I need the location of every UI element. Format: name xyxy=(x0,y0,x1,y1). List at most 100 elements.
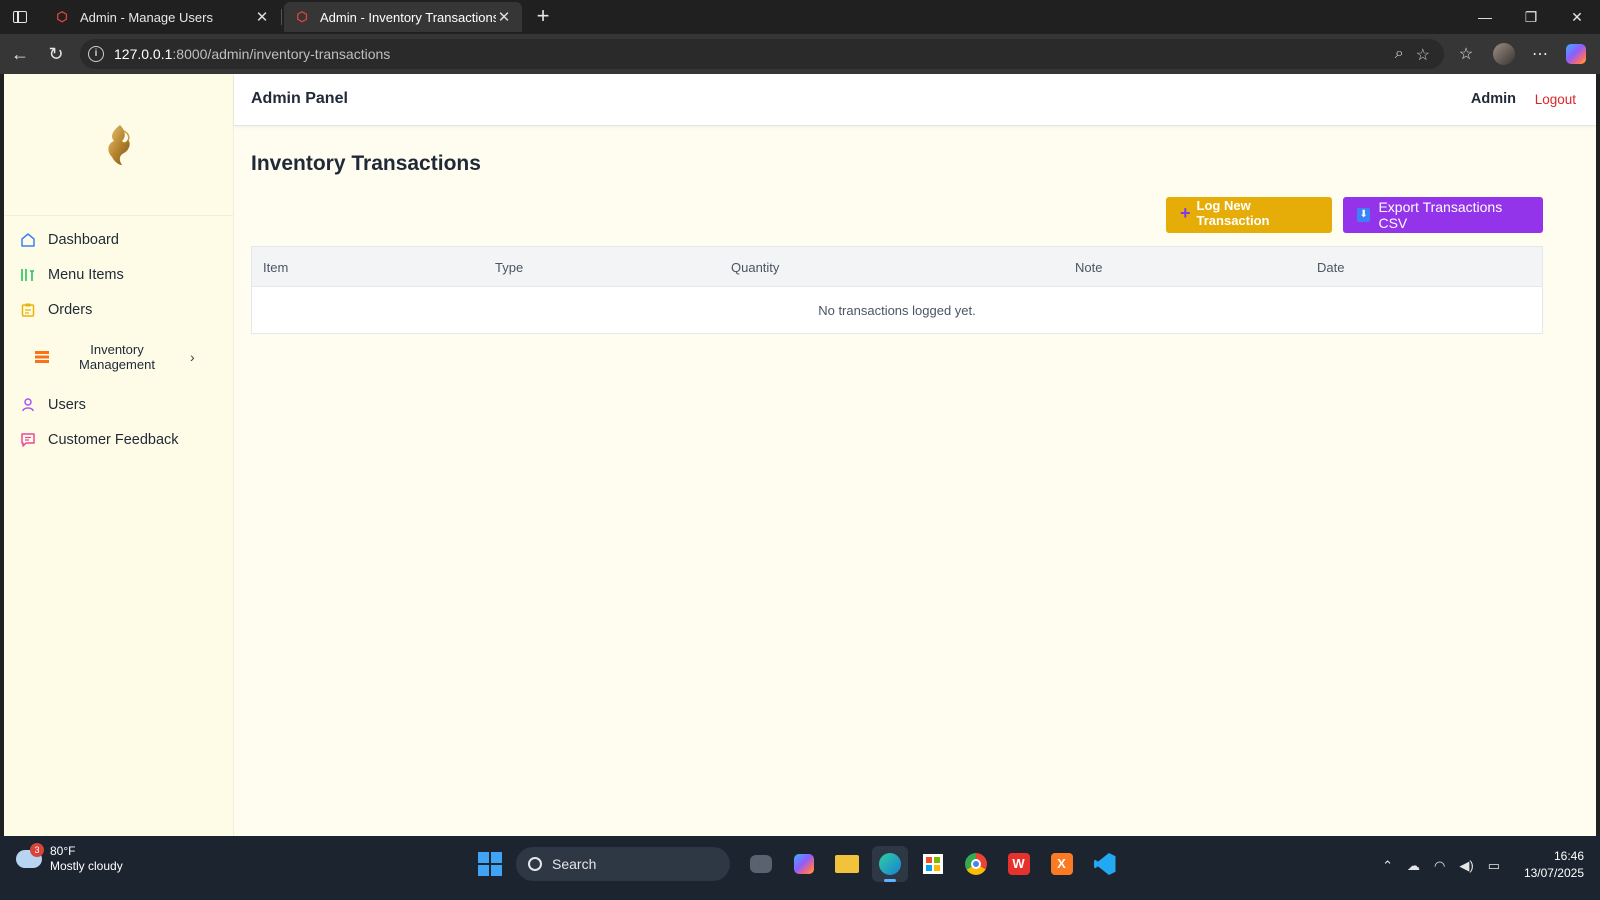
tab-title: Admin - Manage Users xyxy=(80,9,213,25)
sidebar-item-label: Menu Items xyxy=(48,266,124,283)
restore-window-button[interactable]: ❐ xyxy=(1508,0,1554,34)
zoom-icon[interactable]: ⌕ xyxy=(1395,45,1404,65)
button-label: Log New Transaction xyxy=(1196,198,1270,228)
home-icon xyxy=(20,232,36,248)
browser-tab-manage-users[interactable]: ⬡ Admin - Manage Users ✕ xyxy=(44,2,280,32)
address-bar[interactable]: i 127.0.0.1 :8000/admin/inventory-transa… xyxy=(80,39,1444,69)
close-tab-icon[interactable]: ✕ xyxy=(496,8,512,26)
system-tray: ⌃ ☁ ◠ ◀) ▭ xyxy=(1382,858,1500,874)
column-header-item: Item xyxy=(263,260,289,275)
sidebar-item-label: Inventory Management xyxy=(79,342,155,372)
vscode-icon[interactable] xyxy=(1087,846,1123,882)
column-header-type: Type xyxy=(495,260,524,275)
button-label: Export Transactions CSV xyxy=(1378,199,1503,231)
windows-taskbar: 3 80°F Mostly cloudy Search W X ⌃ ☁ ◠ ◀)… xyxy=(0,836,1600,900)
plus-icon: + xyxy=(1180,202,1191,223)
layers-icon xyxy=(34,349,50,365)
chevron-up-icon[interactable]: ⌃ xyxy=(1382,858,1393,874)
new-tab-button[interactable]: + xyxy=(530,4,556,30)
laravel-favicon-icon: ⬡ xyxy=(296,9,308,24)
sidebar-item-label: Customer Feedback xyxy=(48,431,179,448)
copilot-icon[interactable] xyxy=(1562,40,1590,68)
notification-badge: 3 xyxy=(30,843,44,857)
empty-state-message: No transactions logged yet. xyxy=(818,302,976,318)
reload-icon[interactable]: ↻ xyxy=(42,40,70,68)
windows-start-icon[interactable] xyxy=(478,852,502,876)
microsoft-store-icon[interactable] xyxy=(915,846,951,882)
brand-logo xyxy=(4,74,234,216)
tab-title: Admin - Inventory Transactions xyxy=(320,9,496,25)
onedrive-cloud-icon[interactable]: ☁ xyxy=(1407,858,1420,874)
transactions-table: Item Type Quantity Note Date No transact… xyxy=(251,246,1543,334)
admin-panel-title: Admin Panel xyxy=(251,90,348,107)
sidebar: Dashboard Menu Items Orders Inventory Ma… xyxy=(4,74,234,848)
close-window-button[interactable]: ✕ xyxy=(1554,0,1600,34)
logout-link[interactable]: Logout xyxy=(1535,92,1576,107)
weather-temp: 80°F xyxy=(50,844,76,858)
download-arrow-icon: ⬇ xyxy=(1357,208,1371,222)
chrome-icon[interactable] xyxy=(958,846,994,882)
close-tab-icon[interactable]: ✕ xyxy=(254,8,270,26)
clipboard-icon xyxy=(20,302,36,318)
wps-office-icon[interactable]: W xyxy=(1001,846,1037,882)
weather-widget[interactable]: 3 80°F Mostly cloudy xyxy=(16,843,123,874)
clock-date: 13/07/2025 xyxy=(1523,866,1584,880)
sidebar-item-inventory-management[interactable]: Inventory Management › xyxy=(4,327,234,387)
web-page: Dashboard Menu Items Orders Inventory Ma… xyxy=(4,74,1596,848)
sidebar-item-label: Users xyxy=(48,396,86,413)
sidebar-item-label: Dashboard xyxy=(48,231,119,248)
top-header: Admin Panel Admin Logout xyxy=(234,74,1596,126)
sidebar-item-dashboard[interactable]: Dashboard xyxy=(4,222,234,257)
favorite-star-icon[interactable]: ☆ xyxy=(1416,45,1430,65)
site-info-icon[interactable]: i xyxy=(88,46,104,62)
chat-icon xyxy=(20,432,36,448)
volume-icon[interactable]: ◀) xyxy=(1459,858,1473,874)
url-host: 127.0.0.1 xyxy=(114,46,173,62)
sidebar-item-label: Orders xyxy=(48,301,93,318)
search-label: Search xyxy=(552,856,597,872)
sidebar-item-menu-items[interactable]: Menu Items xyxy=(4,257,234,292)
browser-toolbar: ← ↻ i 127.0.0.1 :8000/admin/inventory-tr… xyxy=(0,34,1600,74)
taskbar-apps: Search W X xyxy=(478,846,1126,882)
file-explorer-icon[interactable] xyxy=(829,846,865,882)
clock-time: 16:46 xyxy=(1553,849,1584,863)
weather-description: Mostly cloudy xyxy=(50,859,123,873)
url-path: :8000/admin/inventory-transactions xyxy=(172,46,391,62)
export-transactions-csv-button[interactable]: ⬇ Export Transactions CSV xyxy=(1343,197,1543,233)
sidebar-nav: Dashboard Menu Items Orders Inventory Ma… xyxy=(4,222,234,457)
wifi-icon[interactable]: ◠ xyxy=(1434,858,1445,874)
table-header: Item Type Quantity Note Date xyxy=(252,247,1542,287)
sidebar-item-orders[interactable]: Orders xyxy=(4,292,234,327)
back-arrow-icon[interactable]: ← xyxy=(6,40,34,68)
user-icon xyxy=(20,397,36,413)
cloud-icon: 3 xyxy=(16,843,44,868)
minimize-window-button[interactable]: — xyxy=(1462,0,1508,34)
page-title: Inventory Transactions xyxy=(251,152,481,175)
current-user-name: Admin xyxy=(1470,91,1516,107)
taskbar-search[interactable]: Search xyxy=(516,847,730,881)
browser-tab-inventory-transactions[interactable]: ⬡ Admin - Inventory Transactions ✕ xyxy=(284,2,522,32)
sidebar-item-users[interactable]: Users xyxy=(4,387,234,422)
flame-logo-icon xyxy=(108,124,130,165)
edge-browser-icon[interactable] xyxy=(871,846,908,882)
xampp-icon[interactable]: X xyxy=(1044,846,1080,882)
browser-tab-bar: ⬡ Admin - Manage Users ✕ ⬡ Admin - Inven… xyxy=(0,0,1600,34)
favorites-icon[interactable]: ☆ xyxy=(1452,40,1480,68)
column-header-date: Date xyxy=(1317,260,1345,275)
tab-divider xyxy=(281,9,282,25)
search-icon xyxy=(528,857,542,871)
task-view-icon[interactable] xyxy=(750,855,772,873)
bars-icon xyxy=(20,267,36,283)
column-header-note: Note xyxy=(1075,260,1103,275)
sidebar-item-customer-feedback[interactable]: Customer Feedback xyxy=(4,422,234,457)
battery-icon[interactable]: ▭ xyxy=(1488,858,1500,874)
chevron-right-icon[interactable]: › xyxy=(190,349,195,365)
profile-avatar[interactable] xyxy=(1490,40,1518,68)
column-header-quantity: Quantity xyxy=(731,260,780,275)
copilot-app-icon[interactable] xyxy=(786,846,822,882)
log-new-transaction-button[interactable]: + Log New Transaction xyxy=(1166,197,1332,233)
more-options-icon[interactable]: ⋯ xyxy=(1526,40,1554,68)
system-clock[interactable]: 16:46 13/07/2025 xyxy=(1524,848,1584,882)
laravel-favicon-icon: ⬡ xyxy=(56,9,68,24)
tab-actions-icon[interactable] xyxy=(8,6,32,28)
